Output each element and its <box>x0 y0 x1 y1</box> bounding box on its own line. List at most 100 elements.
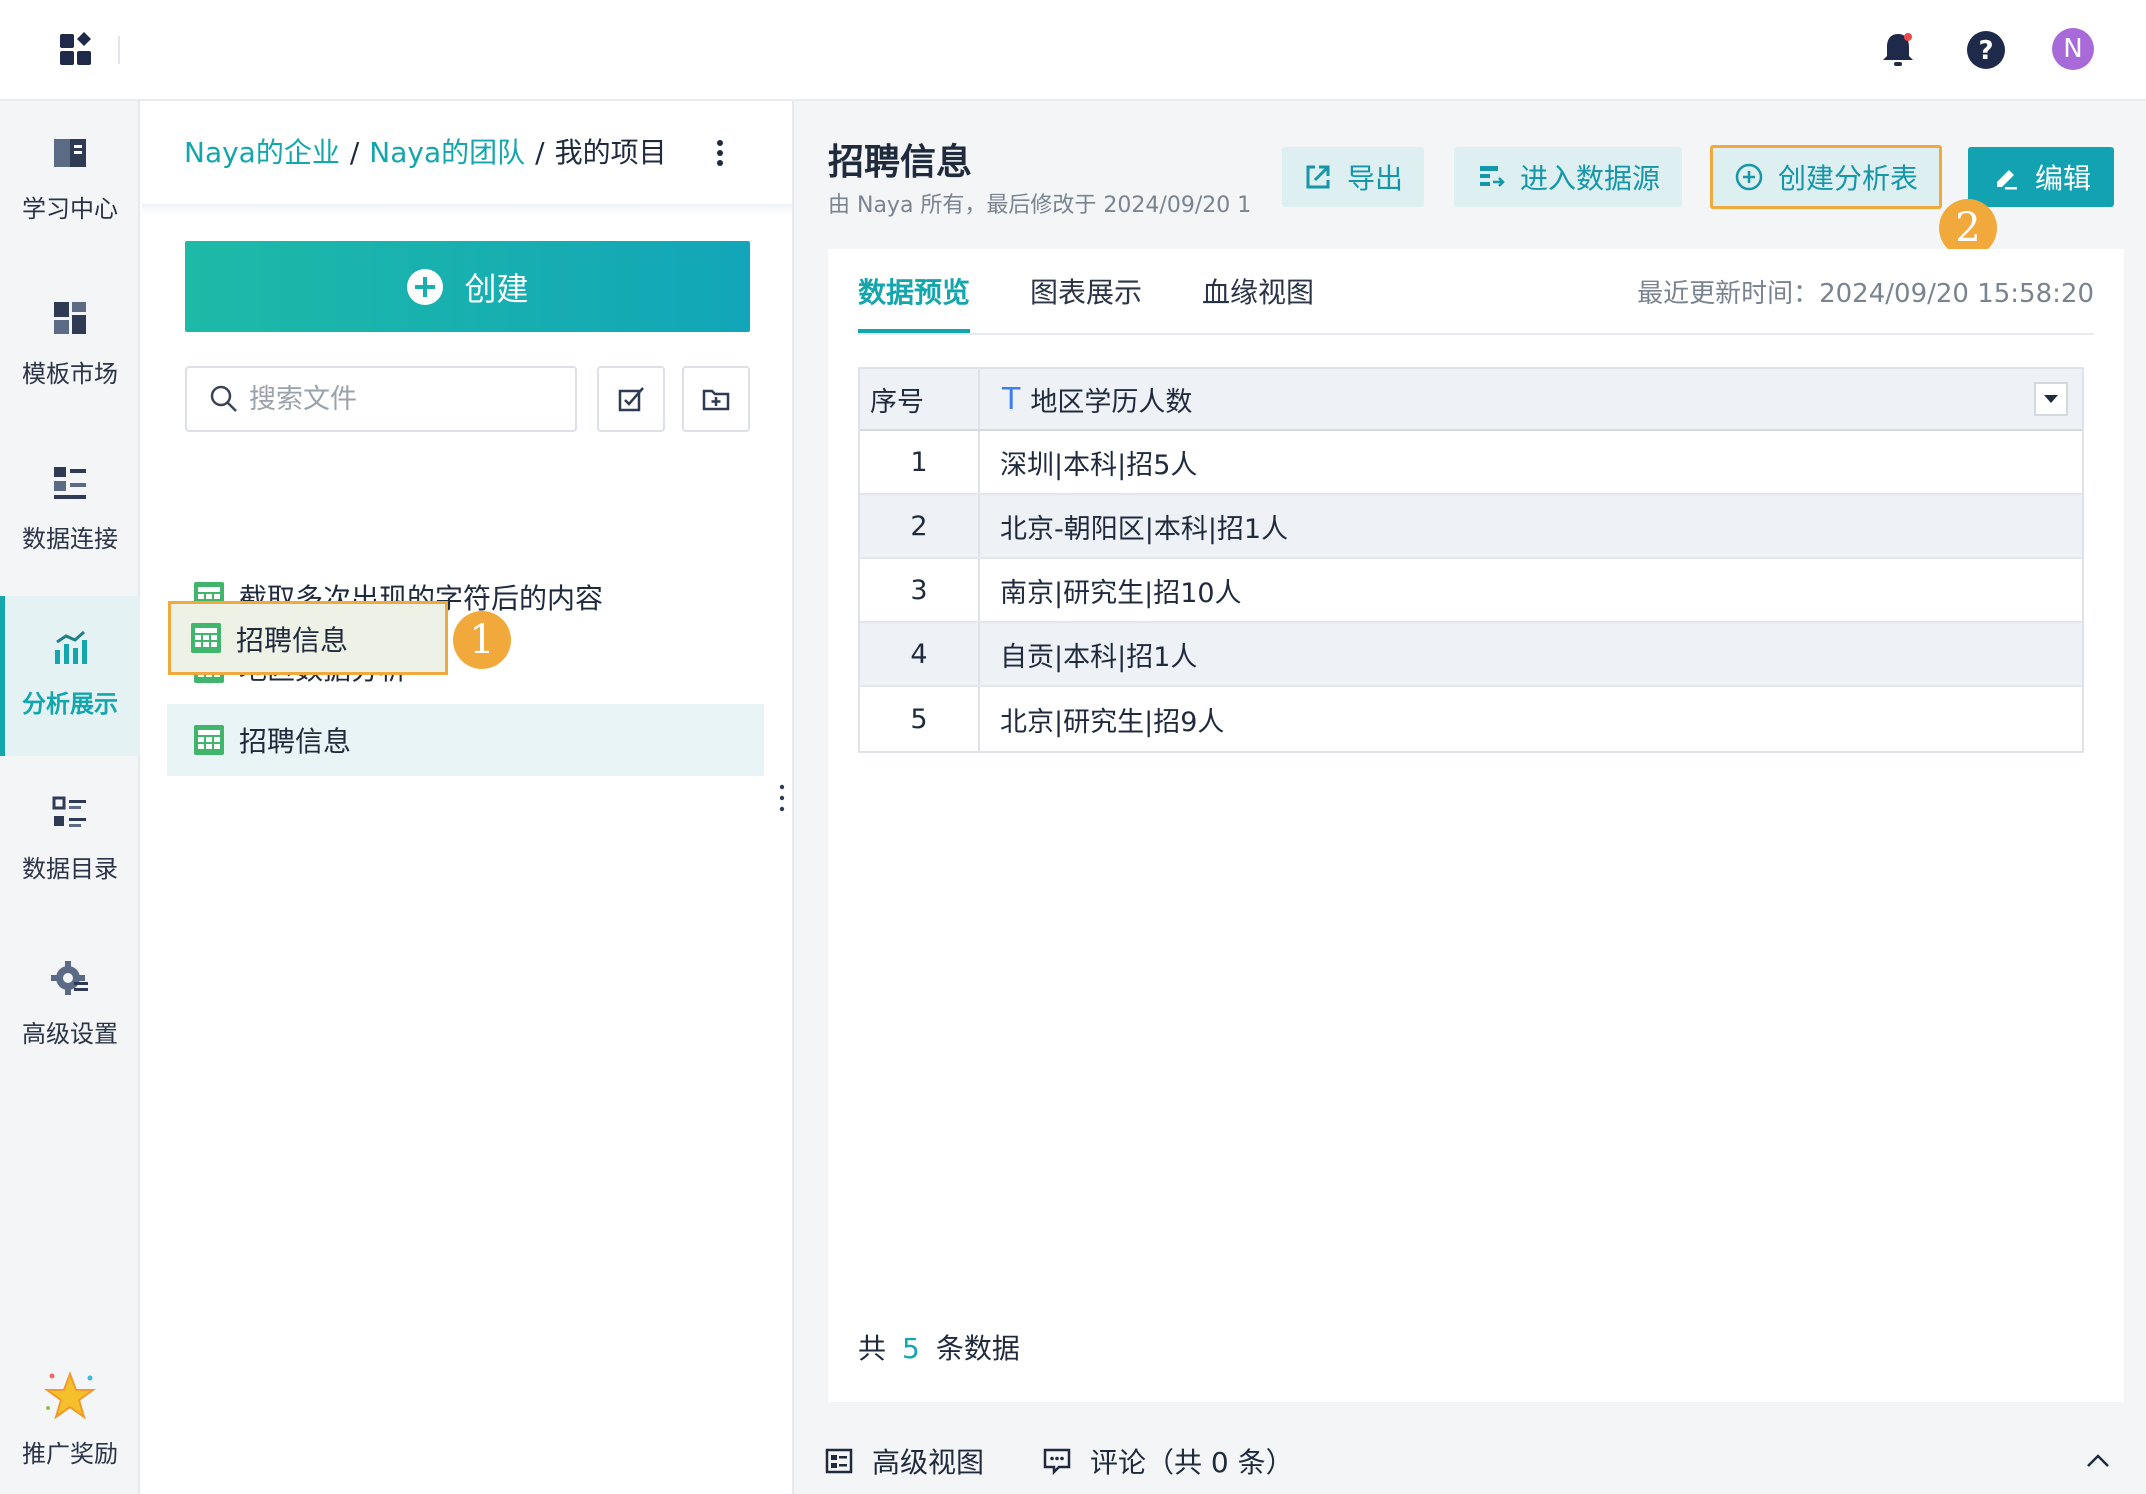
create-analysis-label: 创建分析表 <box>1777 162 1918 195</box>
apps-grid-icon[interactable] <box>58 30 96 68</box>
create-button-label: 创建 <box>464 269 529 308</box>
caret-down-icon <box>2044 395 2058 403</box>
row-count: 共 5 条数据 <box>858 1327 1020 1367</box>
export-icon <box>1306 165 1330 189</box>
gear-icon <box>51 961 88 995</box>
left-nav: 学习中心 模板市场 数据连接 分析展示 数据目录 高级设置 推广奖励 <box>0 101 140 1494</box>
bell-icon[interactable] <box>1876 28 1920 72</box>
panel-resize-handle[interactable] <box>776 783 788 813</box>
breadcrumb-separator: / <box>349 136 360 169</box>
nav-item-learning-center[interactable]: 学习中心 <box>0 101 140 261</box>
create-analysis-button[interactable]: 创建分析表 <box>1710 145 1942 209</box>
enter-datasource-button[interactable]: 进入数据源 <box>1454 147 1682 207</box>
text-type-icon: T <box>1002 381 1021 417</box>
advanced-view-label: 高级视图 <box>872 1446 985 1479</box>
column-header-field[interactable]: T 地区学历人数 <box>980 369 2082 429</box>
bottom-bar: 高级视图 评论（共 0 条） <box>794 1421 2146 1494</box>
file-item-selected[interactable]: 招聘信息 <box>167 704 764 776</box>
row-value: 北京|研究生|招9人 <box>1000 706 1225 738</box>
nav-label: 高级设置 <box>22 1020 118 1048</box>
advanced-view-icon <box>825 1448 853 1474</box>
export-label: 导出 <box>1346 162 1403 195</box>
edit-button[interactable]: 编辑 <box>1968 147 2114 207</box>
nav-item-data-catalog[interactable]: 数据目录 <box>0 761 140 921</box>
file-item-label: 招聘信息 <box>239 725 352 758</box>
search-input[interactable] <box>249 383 569 415</box>
tab-bar: 数据预览 图表展示 血缘视图 最近更新时间：2024/09/20 15:58:2… <box>858 249 2094 335</box>
batch-select-button[interactable] <box>597 366 665 432</box>
breadcrumb-current: 我的项目 <box>554 136 667 169</box>
analysis-chart-icon <box>55 630 87 664</box>
catalog-list-icon <box>52 796 86 827</box>
nav-label: 模板市场 <box>22 360 118 388</box>
selected-file-label[interactable]: 招聘信息 <box>236 619 348 659</box>
table-file-icon <box>194 725 224 755</box>
tab-data-preview[interactable]: 数据预览 <box>858 271 971 333</box>
table-row: 2 北京-朝阳区|本科|招1人 <box>860 495 2082 559</box>
star-icon <box>43 1371 97 1420</box>
tab-chart-display[interactable]: 图表展示 <box>1030 271 1142 329</box>
page-subtitle: 由 Naya 所有，最后修改于 2024/09/20 1 <box>828 193 1252 218</box>
data-table: 序号 T 地区学历人数 1 深圳|本科|招5人 2 北京-朝阳区|本科|招1人 <box>858 367 2084 753</box>
row-count-suffix: 条数据 <box>935 1332 1020 1365</box>
row-index: 1 <box>860 431 980 493</box>
avatar[interactable]: N <box>2052 28 2094 70</box>
panel-shadow <box>142 204 792 214</box>
nav-item-data-connection[interactable]: 数据连接 <box>0 431 140 591</box>
breadcrumb: Naya的企业 / Naya的团队 / 我的项目 <box>184 131 667 171</box>
edit-pen-icon <box>1996 170 2017 190</box>
nav-item-advanced-settings[interactable]: 高级设置 <box>0 926 140 1086</box>
row-value: 北京-朝阳区|本科|招1人 <box>1000 513 1289 545</box>
divider <box>118 36 120 64</box>
help-circle-icon[interactable]: ? <box>1964 28 2008 72</box>
row-count-prefix: 共 <box>858 1332 887 1365</box>
file-panel: Naya的企业 / Naya的团队 / 我的项目 创建 搜索文件 截取多次出现的… <box>142 101 792 1494</box>
data-card: 数据预览 图表展示 血缘视图 最近更新时间：2024/09/20 15:58:2… <box>828 249 2124 1402</box>
datasource-icon <box>1479 166 1505 187</box>
chevron-up-icon[interactable] <box>2084 1447 2112 1475</box>
plus-circle-icon <box>1735 163 1763 191</box>
tab-lineage-view[interactable]: 血缘视图 <box>1202 271 1314 329</box>
row-index: 5 <box>860 687 980 751</box>
advanced-view-button[interactable]: 高级视图 <box>824 1441 984 1481</box>
nav-item-template-market[interactable]: 模板市场 <box>0 266 140 426</box>
column-header-index: 序号 <box>860 369 980 429</box>
book-icon <box>54 139 86 167</box>
nav-label: 学习中心 <box>22 195 118 223</box>
row-count-number: 5 <box>902 1332 920 1365</box>
template-grid-icon <box>54 302 86 334</box>
more-vertical-icon[interactable] <box>702 135 738 171</box>
column-dropdown[interactable] <box>2034 382 2068 416</box>
enter-datasource-label: 进入数据源 <box>1519 162 1660 195</box>
breadcrumb-team[interactable]: Naya的团队 <box>369 136 525 169</box>
table-row: 1 深圳|本科|招5人 <box>860 431 2082 495</box>
search-box <box>185 366 577 432</box>
table-file-icon <box>194 653 224 683</box>
page-title: 招聘信息 <box>828 142 973 183</box>
folder-add-icon <box>702 389 730 411</box>
nav-item-analysis[interactable]: 分析展示 <box>0 596 140 756</box>
column-header-label: 地区学历人数 <box>1030 386 1193 418</box>
breadcrumb-separator: / <box>535 136 545 169</box>
nav-label: 数据目录 <box>22 855 118 883</box>
export-button[interactable]: 导出 <box>1282 147 1424 207</box>
breadcrumb-enterprise[interactable]: Naya的企业 <box>184 136 340 169</box>
row-value: 南京|研究生|招10人 <box>1000 577 1242 609</box>
new-folder-button[interactable] <box>682 366 750 432</box>
plus-circle-icon <box>407 268 444 305</box>
nav-label: 推广奖励 <box>22 1440 118 1468</box>
table-row: 3 南京|研究生|招10人 <box>860 559 2082 623</box>
comments-label: 评论（共 0 条） <box>1090 1446 1294 1479</box>
nav-item-referral-reward[interactable]: 推广奖励 <box>0 1346 140 1494</box>
comments-button[interactable]: 评论（共 0 条） <box>1042 1441 1294 1481</box>
edit-label: 编辑 <box>2034 162 2091 195</box>
table-row: 5 北京|研究生|招9人 <box>860 687 2082 751</box>
svg-text:?: ? <box>1978 36 1993 66</box>
checkbox-select-icon <box>618 387 644 412</box>
table-row: 4 自贡|本科|招1人 <box>860 623 2082 687</box>
create-button[interactable]: 创建 <box>185 241 750 332</box>
file-item-label: 截取多次出现的字符后的内容 <box>239 582 604 615</box>
search-icon <box>210 385 237 412</box>
step-1-badge: 1 <box>453 611 511 669</box>
row-value: 深圳|本科|招5人 <box>1000 449 1198 481</box>
